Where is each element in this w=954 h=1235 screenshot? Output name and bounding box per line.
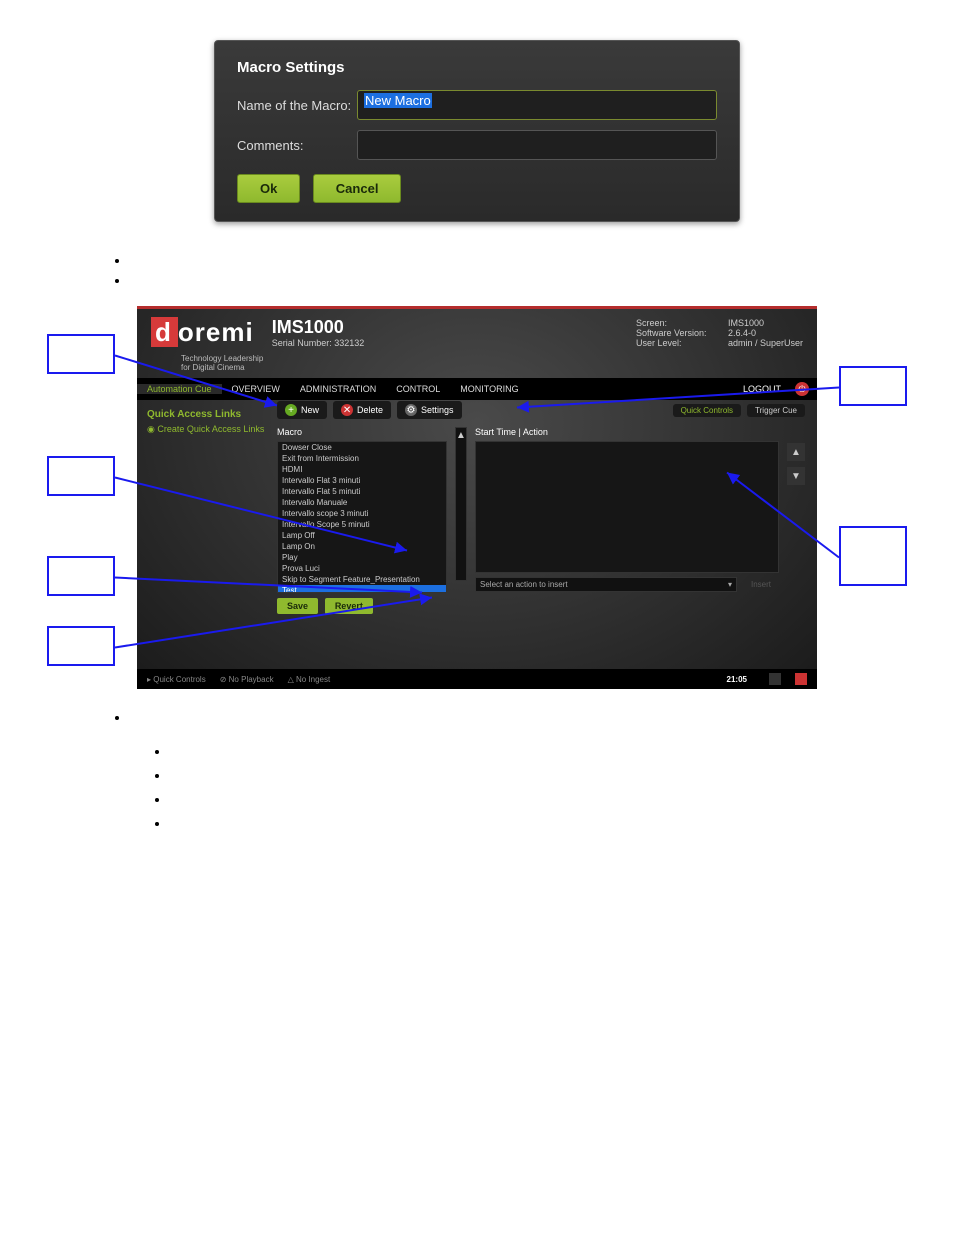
quick-links-title: Quick Access Links — [147, 409, 267, 420]
footer-time: 21:05 — [727, 675, 747, 684]
macro-settings-dialog: Macro Settings Name of the Macro: New Ma… — [214, 40, 740, 222]
macro-list-item[interactable]: Intervallo Manuale — [278, 497, 446, 508]
chevron-down-icon: ▾ — [728, 580, 732, 589]
macro-list-item[interactable]: Dowser Close — [278, 442, 446, 453]
ims-app-window: doremi IMS1000 Serial Number: 332132 Scr… — [137, 306, 817, 689]
macro-list-item[interactable]: HDMI — [278, 464, 446, 475]
serial-number: Serial Number: 332132 — [272, 338, 365, 348]
callout-box — [47, 334, 115, 374]
footer-indicator-2 — [795, 673, 807, 685]
macro-list-header: Macro — [277, 427, 447, 437]
sidebar: Quick Access Links ◉ Create Quick Access… — [147, 409, 267, 435]
move-down-button[interactable]: ▼ — [787, 467, 805, 485]
macro-list-item[interactable]: Intervallo Scope 5 minuti — [278, 519, 446, 530]
tab-monitoring[interactable]: MONITORING — [450, 384, 528, 394]
macro-list-item[interactable]: Lamp Off — [278, 530, 446, 541]
comments-input[interactable] — [357, 130, 717, 160]
macro-list-item[interactable]: Lamp On — [278, 541, 446, 552]
plus-icon: + — [285, 404, 297, 416]
product-name: IMS1000 — [272, 317, 365, 338]
insert-button[interactable]: Insert — [743, 578, 779, 591]
list-item — [130, 709, 864, 723]
system-info: Screen:IMS1000 Software Version:2.6.4-0 … — [636, 318, 803, 348]
macro-list-item[interactable]: Play — [278, 552, 446, 563]
tagline: Technology Leadershipfor Digital Cinema — [181, 354, 817, 372]
status-bar: ▸ Quick Controls ⊘ No Playback △ No Inge… — [137, 669, 817, 689]
create-quick-link[interactable]: ◉ Create Quick Access Links — [147, 424, 267, 435]
footer-no-ingest: △ No Ingest — [288, 675, 331, 684]
quick-controls-button[interactable]: Quick Controls — [673, 404, 741, 417]
macro-list-item[interactable]: Skip to Segment Feature_Presentation — [278, 574, 446, 585]
revert-button[interactable]: Revert — [325, 598, 373, 614]
dialog-title: Macro Settings — [237, 59, 717, 76]
delete-button[interactable]: ✕Delete — [333, 401, 391, 419]
tab-administration[interactable]: ADMINISTRATION — [290, 384, 386, 394]
ok-button[interactable]: Ok — [237, 174, 300, 203]
tab-control[interactable]: CONTROL — [386, 384, 450, 394]
move-up-button[interactable]: ▲ — [787, 443, 805, 461]
comments-label: Comments: — [237, 138, 357, 153]
macro-list-item[interactable]: Intervallo Flat 3 minuti — [278, 475, 446, 486]
callout-box — [47, 556, 115, 596]
macro-list[interactable]: Dowser CloseExit from IntermissionHDMIIn… — [277, 441, 447, 593]
macro-list-item[interactable]: Prova Luci — [278, 563, 446, 574]
macro-name-input[interactable]: New Macro — [357, 90, 717, 120]
scrollbar[interactable]: ▲ — [455, 427, 467, 581]
power-icon[interactable]: ⏻ — [795, 382, 809, 396]
list-item — [170, 815, 824, 829]
tab-automation-cue[interactable]: Automation Cue — [137, 384, 222, 394]
logout-link[interactable]: LOGOUT — [743, 384, 787, 394]
settings-button[interactable]: ⚙Settings — [397, 401, 462, 419]
macro-list-item[interactable]: Exit from Intermission — [278, 453, 446, 464]
footer-quick-controls[interactable]: ▸ Quick Controls — [147, 675, 206, 684]
bullet-list-bottom — [130, 743, 824, 829]
cancel-button[interactable]: Cancel — [313, 174, 402, 203]
save-button[interactable]: Save — [277, 598, 318, 614]
bullet-list-mid — [90, 709, 864, 723]
callout-box — [839, 366, 907, 406]
macro-list-item[interactable]: Intervallo scope 3 minuti — [278, 508, 446, 519]
actions-header: Start Time | Action — [475, 427, 779, 437]
footer-indicator-1 — [769, 673, 781, 685]
doremi-logo: doremi — [151, 317, 254, 348]
gear-icon: ⚙ — [405, 404, 417, 416]
actions-panel — [475, 441, 779, 573]
new-button[interactable]: +New — [277, 401, 327, 419]
list-item — [170, 791, 824, 805]
callout-box — [47, 626, 115, 666]
bullet-list-top — [90, 252, 864, 286]
trigger-cue-button[interactable]: Trigger Cue — [747, 404, 805, 417]
footer-no-playback: ⊘ No Playback — [220, 675, 274, 684]
list-item — [170, 743, 824, 757]
macro-list-item[interactable]: Intervallo Flat 5 minuti — [278, 486, 446, 497]
macro-name-label: Name of the Macro: — [237, 98, 357, 113]
callout-box — [839, 526, 907, 586]
action-select[interactable]: Select an action to insert▾ — [475, 577, 737, 592]
nav-bar: Automation Cue OVERVIEW ADMINISTRATION C… — [137, 378, 817, 400]
callout-box — [47, 456, 115, 496]
list-item — [130, 272, 864, 286]
macro-list-item[interactable]: Test — [278, 585, 446, 593]
list-item — [130, 252, 864, 266]
tab-overview[interactable]: OVERVIEW — [222, 384, 290, 394]
list-item — [170, 767, 824, 781]
delete-icon: ✕ — [341, 404, 353, 416]
